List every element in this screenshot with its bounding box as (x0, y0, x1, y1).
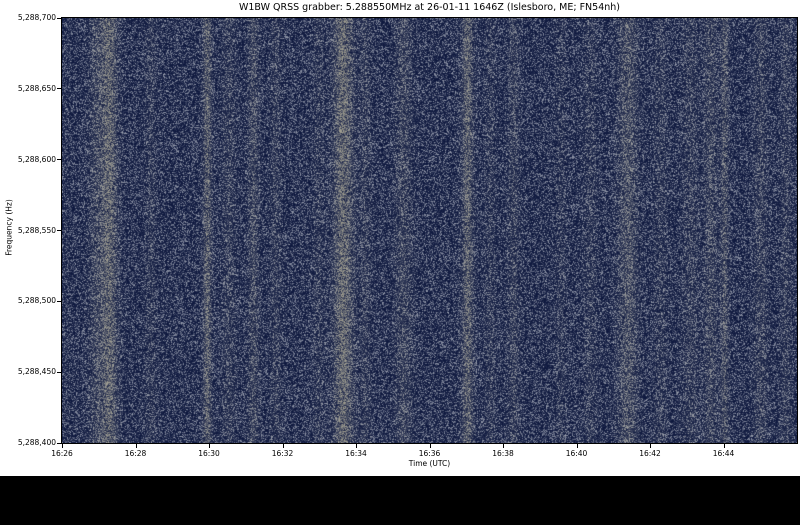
x-tick-label: 16:44 (713, 449, 735, 458)
x-tick-label: 16:30 (198, 449, 220, 458)
y-tick-label: 5,288,450 (0, 367, 56, 376)
x-tick-label: 16:34 (345, 449, 367, 458)
plot-area (61, 17, 798, 444)
x-tick-label: 16:42 (639, 449, 661, 458)
x-tick-label: 16:28 (125, 449, 147, 458)
y-tick-label: 5,288,500 (0, 296, 56, 305)
x-tick (283, 444, 284, 448)
x-tick (356, 444, 357, 448)
x-tick (503, 444, 504, 448)
qrss-grabber-screen: W1BW QRSS grabber: 5.288550MHz at 26-01-… (0, 0, 800, 525)
terminal-bar: W1BW-60m.1437x853.2026-01-12-001820.jpg (0, 476, 800, 525)
x-tick-label: 16:32 (272, 449, 294, 458)
x-tick-label: 16:40 (566, 449, 588, 458)
x-tick-label: 16:26 (51, 449, 73, 458)
spectrogram-image (62, 18, 797, 443)
x-tick (62, 444, 63, 448)
y-tick-label: 5,288,650 (0, 84, 56, 93)
y-tick-label: 5,288,550 (0, 226, 56, 235)
y-tick-label: 5,288,700 (0, 13, 56, 22)
x-tick (650, 444, 651, 448)
x-tick (724, 444, 725, 448)
x-tick (136, 444, 137, 448)
x-axis-label: Time (UTC) (62, 459, 797, 468)
x-tick (577, 444, 578, 448)
x-tick-label: 16:38 (492, 449, 514, 458)
y-axis-label: Frequency (Hz) (5, 158, 14, 298)
x-tick (430, 444, 431, 448)
y-tick-label: 5,288,400 (0, 438, 56, 447)
x-tick-label: 16:36 (419, 449, 441, 458)
chart-title: W1BW QRSS grabber: 5.288550MHz at 26-01-… (62, 2, 797, 13)
x-tick (209, 444, 210, 448)
y-tick-label: 5,288,600 (0, 155, 56, 164)
